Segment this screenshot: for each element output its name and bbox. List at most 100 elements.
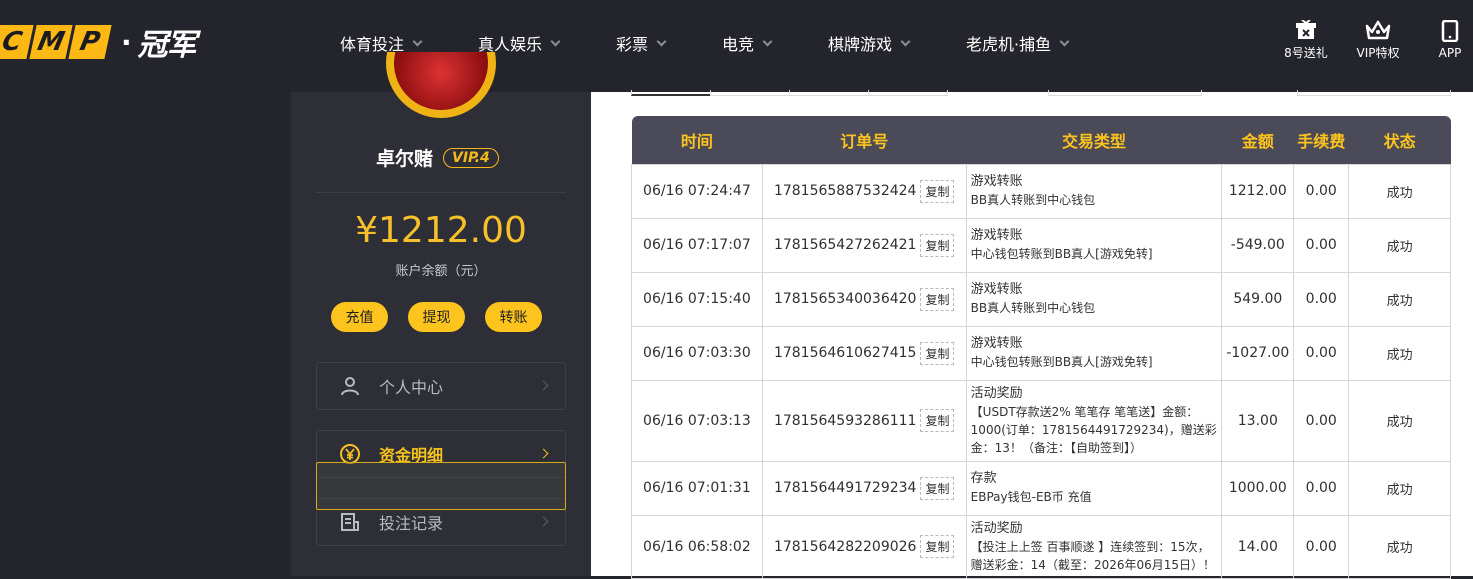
nav-esports[interactable]: 电竞 — [722, 28, 828, 58]
app-button[interactable]: APP — [1414, 20, 1473, 61]
copy-button[interactable]: 复制 — [920, 179, 955, 203]
copy-button[interactable]: 复制 — [920, 287, 955, 311]
vip-button[interactable]: VIP特权 — [1342, 20, 1414, 61]
vip-badge: VIP.4 — [443, 147, 499, 168]
balance-label: 账户余额（元） — [395, 264, 487, 279]
tab-stub[interactable] — [789, 90, 869, 96]
fee-cell: 0.00 — [1293, 325, 1350, 381]
column-header: 金额 — [1221, 116, 1294, 164]
fee-cell: 0.00 — [1293, 271, 1350, 327]
amount-cell: 13.00 — [1221, 379, 1295, 462]
username: 卓尔赌 — [376, 148, 434, 170]
wallet-actions: 充值 提现 转账 — [331, 302, 562, 332]
amount-cell: -1027.00 — [1221, 325, 1295, 381]
type-cell: 活动奖励 【投注上上签 百事顺遂 】连续签到：15次，赠送彩金：14（截至：202… — [965, 514, 1223, 579]
search-filter[interactable] — [1297, 90, 1451, 96]
table-row: 06/16 07:17:07 1781565427262421 复制 游戏转账 中心… — [631, 217, 1451, 273]
tab-stub[interactable] — [710, 90, 790, 96]
order-cell: 1781564610627415 复制 — [761, 325, 967, 381]
nav-label: 棋牌游戏 — [828, 35, 893, 54]
type-cell: 存款 EBPay钱包-EB币 充值 — [965, 460, 1223, 516]
logo[interactable]: C M P · 冠军 — [0, 22, 197, 63]
chevron-down-icon — [412, 36, 423, 46]
type-desc: 中心钱包转账到BB真人[游戏免转] — [970, 247, 1153, 261]
amount-cell: 1000.00 — [1221, 460, 1295, 516]
chevron-down-icon — [1059, 36, 1070, 46]
status-cell: 成功 — [1348, 325, 1451, 381]
gift-button[interactable]: 8号送礼 — [1270, 20, 1342, 61]
type-title: 游戏转账 — [970, 336, 1023, 351]
copy-button[interactable]: 复制 — [920, 476, 955, 500]
status-cell: 成功 — [1348, 163, 1451, 219]
table-row: 06/16 06:58:02 1781564282209026 复制 活动奖励 【投… — [631, 514, 1451, 579]
type-title: 游戏转账 — [970, 174, 1023, 189]
transfer-button[interactable]: 转账 — [485, 302, 542, 332]
nav-live-casino[interactable]: 真人娱乐 — [478, 28, 616, 58]
time-cell: 06/16 07:03:30 — [631, 325, 763, 381]
amount-cell: 14.00 — [1221, 514, 1295, 579]
withdraw-button[interactable]: 提现 — [408, 302, 465, 332]
hover-highlight — [316, 462, 566, 510]
fee-cell: 0.00 — [1293, 514, 1350, 579]
status-cell: 成功 — [1348, 271, 1451, 327]
column-header: 订单号 — [762, 116, 967, 164]
avatar — [386, 52, 496, 118]
nav-slots-fishing[interactable]: 老虎机·捕鱼 — [966, 28, 1106, 58]
sidebar-item-label: 投注记录 — [379, 514, 444, 533]
copy-button[interactable]: 复制 — [920, 341, 955, 365]
type-desc: 【USDT存款送2% 笔笔存 笔笔送】金额：1000(订单：1781564491… — [970, 404, 1217, 455]
nav-lottery[interactable]: 彩票 — [616, 28, 722, 58]
table-row: 06/16 07:03:30 1781564610627415 复制 游戏转账 中心… — [631, 325, 1451, 381]
column-header: 状态 — [1348, 116, 1451, 164]
date-filter[interactable] — [1048, 90, 1202, 96]
time-cell: 06/16 07:17:07 — [631, 217, 763, 273]
logo-dot: · — [121, 25, 132, 59]
time-cell: 06/16 07:03:13 — [631, 379, 763, 462]
chevron-down-icon — [762, 36, 773, 46]
chevron-right-icon — [538, 516, 549, 527]
time-cell: 06/16 07:15:40 — [631, 271, 763, 327]
deposit-button[interactable]: 充值 — [331, 302, 388, 332]
tab-stub[interactable] — [631, 90, 711, 96]
column-header: 手续费 — [1293, 116, 1349, 164]
order-number: 1781564491729234 — [773, 480, 917, 496]
vip-label: VIP特权 — [1356, 46, 1400, 60]
type-desc: BB真人转账到中心钱包 — [970, 193, 1096, 207]
nav-label: 老虎机·捕鱼 — [966, 35, 1052, 54]
type-title: 存款 — [970, 471, 997, 486]
sidebar-item-profile[interactable]: 个人中心 — [316, 362, 566, 410]
tab-stub[interactable] — [868, 90, 948, 96]
balance-amount: ¥1212.00 — [355, 210, 527, 251]
order-cell: 1781565427262421 复制 — [761, 217, 967, 273]
nav-card-games[interactable]: 棋牌游戏 — [828, 28, 966, 58]
time-cell: 06/16 07:24:47 — [631, 163, 763, 219]
logo-letter: C — [0, 25, 34, 59]
order-number: 1781565340036420 — [773, 291, 917, 307]
status-cell: 成功 — [1348, 379, 1451, 462]
phone-icon — [1441, 20, 1459, 42]
order-cell: 1781564282209026 复制 — [761, 514, 967, 579]
logo-letter: M — [29, 25, 73, 59]
time-cell: 06/16 06:58:02 — [631, 514, 763, 579]
order-number: 1781565887532424 — [773, 183, 917, 199]
transactions-table: 时间 订单号 交易类型 金额 手续费 状态 06/16 07:24:47 178… — [631, 116, 1451, 579]
copy-button[interactable]: 复制 — [920, 409, 955, 432]
header-right-actions: 8号送礼 VIP特权 APP — [1270, 20, 1473, 61]
type-title: 活动奖励 — [970, 385, 1023, 401]
divider — [316, 192, 566, 193]
order-number: 1781564282209026 — [773, 538, 917, 555]
account-sidebar: 卓尔赌 VIP.4 ¥1212.00 账户余额（元） 充值 提现 转账 个人中心… — [291, 52, 591, 576]
type-desc: 【投注上上签 百事顺遂 】连续签到：15次，赠送彩金：14（截至：2026年06… — [970, 539, 1216, 572]
time-cell: 06/16 07:01:31 — [631, 460, 763, 516]
user-info: 卓尔赌 VIP.4 — [376, 144, 499, 171]
user-icon — [339, 375, 361, 397]
type-title: 游戏转账 — [970, 282, 1023, 297]
order-cell: 1781564593286111 复制 — [761, 379, 967, 462]
status-cell: 成功 — [1348, 514, 1451, 579]
order-cell: 1781564491729234 复制 — [761, 460, 967, 516]
order-number: 1781564593286111 — [773, 412, 917, 429]
type-cell: 活动奖励【USDT存款送2% 笔笔存 笔笔送】金额：1000(订单：178156… — [965, 379, 1223, 462]
copy-button[interactable]: 复制 — [920, 233, 955, 257]
copy-button[interactable]: 复制 — [920, 535, 955, 558]
type-cell: 游戏转账 中心钱包转账到BB真人[游戏免转] — [965, 217, 1223, 273]
